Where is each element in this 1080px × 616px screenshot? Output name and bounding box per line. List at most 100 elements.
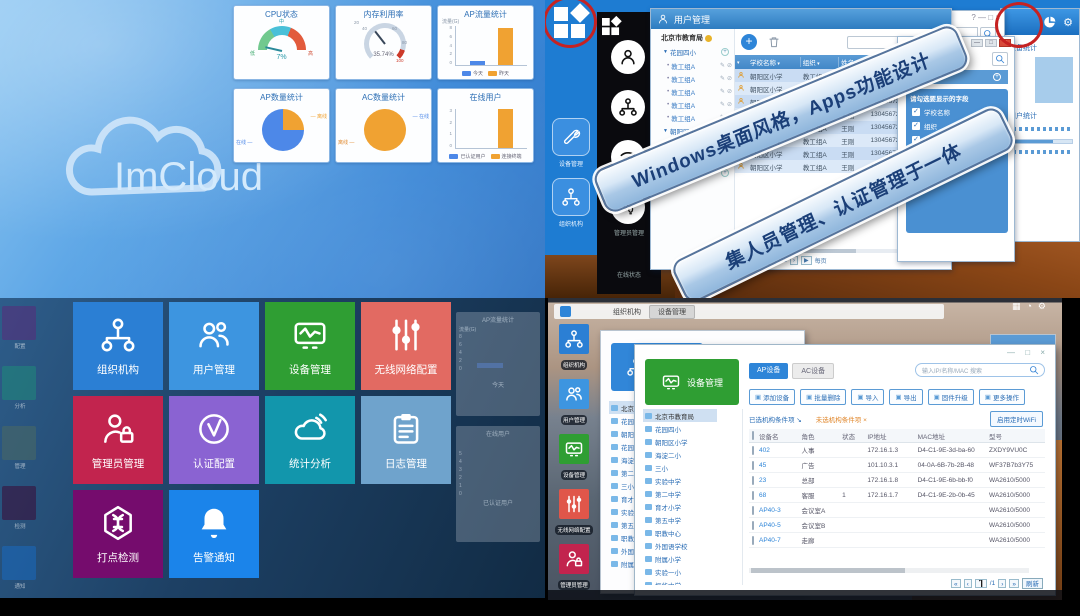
sidebar-item-device[interactable]: 设备管理 xyxy=(554,434,594,482)
tab-device[interactable]: 设备管理 xyxy=(649,305,695,319)
tree-item[interactable]: 朝阳区小学 xyxy=(643,435,742,448)
metro-tile-bell[interactable]: 告警通知 xyxy=(169,490,259,578)
chart-legend: 已认证用户连接终端 xyxy=(438,153,533,160)
row-checkbox[interactable] xyxy=(752,521,754,530)
sidebar-item-sliders[interactable]: 无线网络配置 xyxy=(554,489,594,537)
auth-icon xyxy=(195,410,233,448)
toolbar-button[interactable]: ▣导出 xyxy=(889,389,922,405)
metro-tile-device[interactable]: 设备管理 xyxy=(265,302,355,390)
tree-root[interactable]: 北京市教育局 xyxy=(643,409,717,422)
tree-item[interactable]: •教工组A✎⊘ xyxy=(665,72,734,85)
device-search[interactable] xyxy=(915,363,1045,377)
tree-item[interactable]: 实验中学 xyxy=(643,474,742,487)
sidebar-item-users[interactable]: 用户管理 xyxy=(554,379,594,427)
table-row[interactable]: 68客服1172.16.1.7D4-C1-9E-2b-0b-45WA2610/5… xyxy=(749,488,1045,503)
org-circle-icon[interactable] xyxy=(611,90,645,124)
gear-icon[interactable]: ⚙ xyxy=(1063,16,1073,29)
row-checkbox[interactable] xyxy=(752,491,754,500)
org-icon[interactable] xyxy=(552,178,590,216)
taskbar[interactable] xyxy=(548,590,1062,600)
add-column-icon[interactable]: + xyxy=(993,73,1001,81)
tree-group[interactable]: ▼花园四小+ xyxy=(661,45,734,59)
row-checkbox[interactable] xyxy=(752,476,754,485)
sidebar-item-org[interactable]: 组织机构 xyxy=(554,324,594,372)
metro-tile-dna[interactable]: 打点检测 xyxy=(73,490,163,578)
unselected-filter-link[interactable]: 未选机构条件项 × xyxy=(816,414,867,424)
window-titlebar[interactable]: 用户管理 xyxy=(651,9,951,29)
table-row[interactable]: AP40-3会议室AWA2610/5000 xyxy=(749,503,1045,518)
users-icon xyxy=(559,379,589,409)
tree-item[interactable]: •教工组A✎⊘ xyxy=(665,85,734,98)
grid-icon[interactable]: ▦ xyxy=(1012,301,1021,312)
prev-page-button[interactable]: ‹ xyxy=(964,579,972,588)
wifi-schedule-button[interactable]: 启用定时WiFi xyxy=(990,411,1043,427)
tree-item[interactable]: •教工组A✎⊘ xyxy=(665,98,734,111)
toggle-ac[interactable]: AC设备 xyxy=(792,363,834,379)
tab-org[interactable]: 组织机构 xyxy=(613,307,641,317)
search-input[interactable] xyxy=(920,366,1025,374)
gauge-value: 35.74% xyxy=(336,52,431,58)
tree-item[interactable]: 育才小学 xyxy=(643,500,742,513)
toolbar-button[interactable]: ▣固件升级 xyxy=(928,389,974,405)
table-row[interactable]: 23总部172.16.1.8D4-C1-9E-6b-bb-f0WA2610/50… xyxy=(749,473,1045,488)
first-page-button[interactable]: « xyxy=(951,579,961,588)
tree-item[interactable]: 三小 xyxy=(643,461,742,474)
page-total: /1 xyxy=(990,580,995,587)
toolbar-button[interactable]: ▣导入 xyxy=(851,389,884,405)
metro-tile-log[interactable]: 日志管理 xyxy=(361,396,451,484)
metro-tile-cloud[interactable]: 统计分析 xyxy=(265,396,355,484)
page-input[interactable] xyxy=(975,579,987,588)
tree-item[interactable]: 第二中学 xyxy=(643,487,742,500)
tree-item[interactable]: 花园四小 xyxy=(643,422,742,435)
row-checkbox[interactable] xyxy=(752,446,754,455)
tile-label: 用户管理 xyxy=(193,362,235,377)
table-row[interactable]: AP40-5会议室BWA2610/5000 xyxy=(749,518,1045,533)
refresh-button[interactable]: 刷新 xyxy=(1022,578,1043,589)
tree-item[interactable]: 职教中心 xyxy=(643,526,742,539)
toolbar-button[interactable]: ▣批量删除 xyxy=(800,389,846,405)
tree-item[interactable]: 振华中学 xyxy=(643,578,742,585)
device-header-tile[interactable]: 设备管理 xyxy=(645,359,739,405)
selected-filter-link[interactable]: 已选机构条件项 ↘ xyxy=(749,414,802,424)
add-button[interactable]: + xyxy=(741,34,757,50)
toggle-ap[interactable]: AP设备 xyxy=(749,363,788,379)
metro-tile-org[interactable]: 组织机构 xyxy=(73,302,163,390)
row-checkbox[interactable] xyxy=(752,536,754,545)
window-title: 用户管理 xyxy=(674,13,710,26)
window-controls[interactable]: — □ × xyxy=(1007,348,1049,357)
sidebar-item-admin[interactable]: 管理员管理 xyxy=(554,544,594,592)
metro-tile-sliders[interactable]: 无线网络配置 xyxy=(361,302,451,390)
next-page-button[interactable]: › xyxy=(998,579,1006,588)
tree-item[interactable]: 第五中学 xyxy=(643,513,742,526)
tree-item[interactable]: 海淀二小 xyxy=(643,448,742,461)
next-page-button[interactable]: › xyxy=(790,256,798,265)
search-button[interactable] xyxy=(992,52,1008,66)
pie-chart-icon[interactable] xyxy=(1042,15,1057,30)
app-mini-icon[interactable] xyxy=(560,306,571,317)
settings-icon[interactable]: ⚙ xyxy=(1038,301,1046,312)
tree-item[interactable]: 实验一小 xyxy=(643,565,742,578)
row-checkbox[interactable] xyxy=(752,461,754,470)
metro-tile-admin[interactable]: 管理员管理 xyxy=(73,396,163,484)
last-page-button[interactable]: ▶ xyxy=(801,256,812,265)
toolbar-button[interactable]: ▣更多操作 xyxy=(979,389,1025,405)
last-page-button[interactable]: » xyxy=(1009,579,1019,588)
trash-icon[interactable] xyxy=(767,35,781,49)
table-row[interactable]: AP40-7走廊WA2610/5000 xyxy=(749,533,1045,548)
tree-item[interactable]: •教工组A✎⊘ xyxy=(665,59,734,72)
per-page-label: 每页 xyxy=(815,256,827,265)
dark-panel-label: 在线状态 xyxy=(597,270,661,279)
table-row[interactable]: 45广告101.10.3.104-0A-6B-7b-2B-48WF37B7b3Y… xyxy=(749,458,1045,473)
tile-label: 日志管理 xyxy=(385,456,427,471)
metro-tile-auth[interactable]: 认证配置 xyxy=(169,396,259,484)
horizontal-scrollbar[interactable] xyxy=(749,568,1029,573)
row-checkbox[interactable] xyxy=(752,506,754,515)
clock-icon[interactable]: ◔ xyxy=(1026,301,1031,312)
tree-item[interactable]: 附属小学 xyxy=(643,552,742,565)
tree-item[interactable]: 外国语学校 xyxy=(643,539,742,552)
toolbar-button[interactable]: ▣添加设备 xyxy=(749,389,795,405)
user-circle-icon[interactable] xyxy=(611,40,645,74)
metro-tile-users[interactable]: 用户管理 xyxy=(169,302,259,390)
table-row[interactable]: 402人事172.16.1.3D4-C1-9E-3d-ba-60ZXDY9VU0… xyxy=(749,443,1045,458)
device-manage-icon[interactable] xyxy=(552,118,590,156)
